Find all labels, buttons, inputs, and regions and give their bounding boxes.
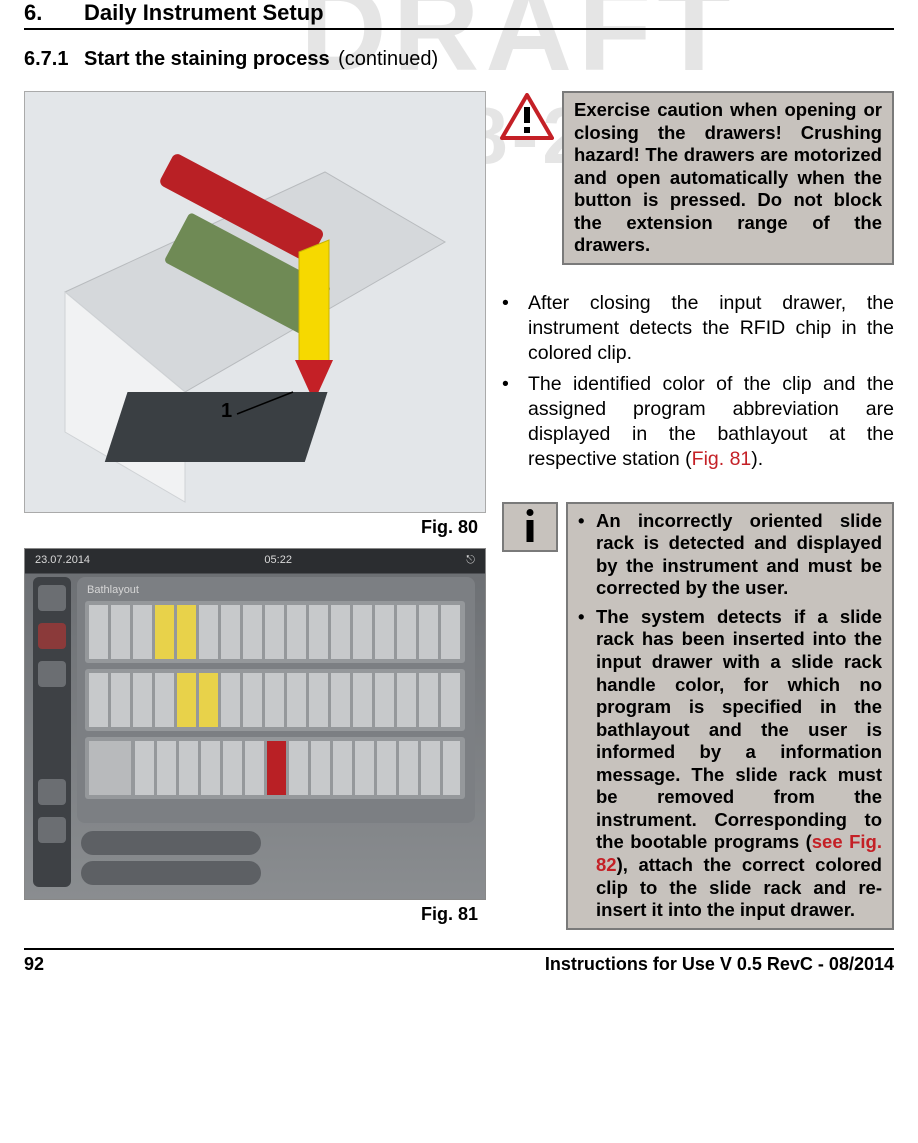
section-number: 6.7.1 xyxy=(24,48,84,71)
body-bullet-2: • The identified color of the clip and t… xyxy=(502,372,894,472)
body-bullet-list: • After closing the input drawer, the in… xyxy=(502,291,894,472)
info-icon xyxy=(502,502,558,552)
body-bullet-1: • After closing the input drawer, the in… xyxy=(502,291,894,366)
doc-version: Instructions for Use V 0.5 RevC - 08/201… xyxy=(545,954,894,975)
section-title: Start the staining process xyxy=(84,48,330,70)
figure-80-image: 1 xyxy=(24,91,486,513)
section-suffix: (continued) xyxy=(338,48,438,70)
figure-80-caption: Fig. 80 xyxy=(24,517,484,538)
page-number: 92 xyxy=(24,954,44,975)
warning-text: Exercise caution when opening or closing… xyxy=(574,99,882,255)
figure-81-image: 23.07.2014 05:22 ⎋ Bathlayout xyxy=(24,548,486,900)
chapter-number: 6. xyxy=(24,0,84,26)
chapter-title: Daily Instrument Setup xyxy=(84,0,324,26)
figure-81-caption: Fig. 81 xyxy=(24,904,484,925)
warning-box: Exercise caution when opening or closing… xyxy=(562,91,894,265)
screenshot-panel-title: Bathlayout xyxy=(87,584,139,596)
figure-80-callout-1: 1 xyxy=(221,400,232,423)
fig-ref-81: Fig. 81 xyxy=(692,448,752,470)
info-bullet-2: • The system detects if a slide rack has… xyxy=(578,606,882,922)
info-box: • An incorrectly oriented slide rack is … xyxy=(566,502,894,930)
warning-icon xyxy=(500,93,554,141)
page-footer: 92 Instructions for Use V 0.5 RevC - 08/… xyxy=(24,948,894,975)
section-header: 6.7.1 Start the staining process (contin… xyxy=(24,48,894,71)
chapter-header: 6. Daily Instrument Setup xyxy=(24,0,894,30)
info-bullet-1: • An incorrectly oriented slide rack is … xyxy=(578,510,882,600)
